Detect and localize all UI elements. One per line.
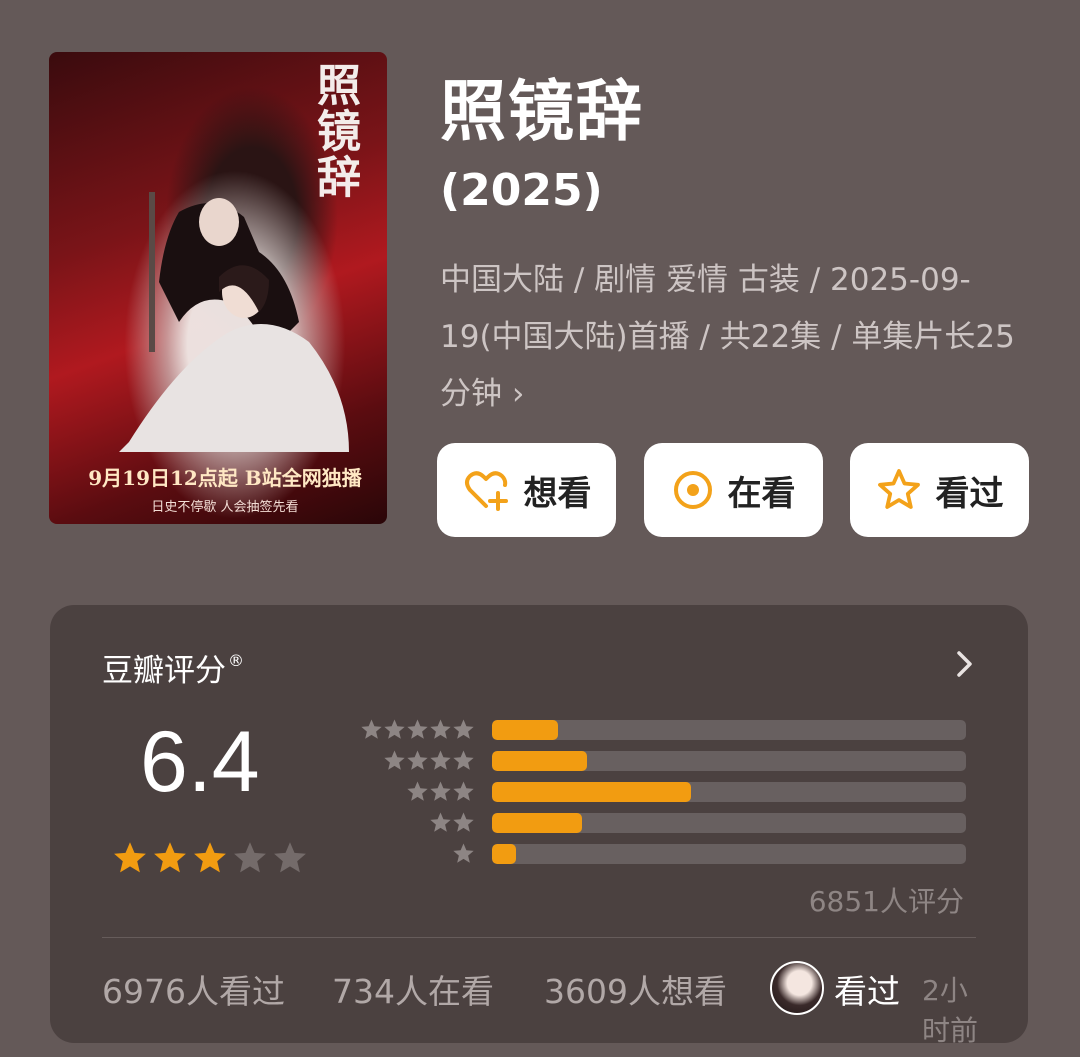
rating-bar-row-5 — [355, 718, 970, 740]
bar-track — [492, 782, 966, 802]
chevron-right-icon: › — [512, 376, 525, 412]
chevron-right-icon[interactable] — [950, 649, 978, 679]
page-title: 照镜辞 — [440, 73, 644, 150]
watching-button[interactable]: 在看 — [644, 443, 823, 537]
small-star-icon — [430, 781, 451, 801]
bar-fill — [492, 751, 587, 771]
friend-action: 看过 — [834, 972, 900, 1011]
poster-figures — [119, 192, 349, 452]
small-star-icon — [407, 781, 428, 801]
filled-star-icon — [114, 842, 146, 873]
poster-image[interactable]: 照镜辞 9月19日12点起 B站全网独播 日史不停歇 人会抽签先看 — [49, 52, 387, 524]
small-star-icon — [430, 750, 451, 770]
small-star-icon — [384, 750, 405, 770]
small-star-icon — [361, 719, 382, 739]
watched-label: 看过 — [935, 473, 1004, 514]
small-star-icon — [384, 719, 405, 739]
bar-track — [492, 720, 966, 740]
bar-fill — [492, 782, 692, 802]
rating-bar-row-4 — [355, 749, 970, 771]
bar-star-label — [383, 749, 475, 772]
bar-star-label — [429, 811, 475, 834]
watching-count[interactable]: 734人在看 — [332, 965, 494, 1013]
small-star-icon — [430, 719, 451, 739]
want-to-watch-label: 想看 — [523, 473, 592, 514]
rating-bar-row-2 — [355, 811, 970, 833]
want-to-watch-button[interactable]: 想看 — [437, 443, 616, 537]
star-outline-icon — [877, 469, 920, 509]
poster-subtitle: 9月19日12点起 B站全网独播 — [88, 466, 362, 490]
empty-star-icon — [274, 842, 306, 873]
small-star-icon — [453, 843, 474, 863]
rating-count: 6851人评分 — [808, 885, 964, 918]
small-star-icon — [407, 750, 428, 770]
release-year: (2025) — [440, 165, 603, 216]
rating-bar-row-1 — [355, 842, 970, 864]
small-star-icon — [453, 750, 474, 770]
rating-card[interactable]: 豆瓣评分 ® 6.4 6851人评分 6976人看过 734人在看 3609人想看… — [50, 605, 1028, 1047]
empty-star-icon — [234, 842, 266, 873]
bar-track — [492, 844, 966, 864]
heart-plus-icon — [464, 471, 508, 511]
rating-bar-row-3 — [355, 780, 970, 802]
watched-button[interactable]: 看过 — [850, 443, 1029, 537]
rating-title: 豆瓣评分 ® — [102, 650, 244, 689]
watching-label: 在看 — [727, 473, 796, 514]
bar-track — [492, 813, 966, 833]
meta-text: 中国大陆 / 剧情 爱情 古装 / 2025-09-19(中国大陆)首播 / 共… — [440, 262, 1015, 412]
filled-star-icon — [154, 842, 186, 873]
bar-fill — [492, 844, 516, 864]
friend-time: 2小时前 — [922, 974, 979, 1047]
show-meta[interactable]: 中国大陆 / 剧情 爱情 古装 / 2025-09-19(中国大陆)首播 / 共… — [440, 252, 1030, 423]
bar-track — [492, 751, 966, 771]
small-star-icon — [430, 812, 451, 832]
bar-fill — [492, 720, 559, 740]
target-icon — [673, 471, 712, 509]
watch-stats: 6976人看过 734人在看 3609人想看 看过 2小时前 — [102, 961, 982, 1047]
watched-count[interactable]: 6976人看过 — [102, 965, 285, 1013]
want-count[interactable]: 3609人想看 — [544, 965, 727, 1013]
registered-mark: ® — [228, 650, 244, 670]
avatar[interactable] — [770, 961, 824, 1015]
bar-fill — [492, 813, 583, 833]
small-star-icon — [453, 781, 474, 801]
small-star-icon — [453, 812, 474, 832]
score-stars — [112, 840, 308, 876]
bar-star-label — [452, 842, 475, 865]
bar-star-label — [360, 718, 475, 741]
bar-star-label — [406, 780, 475, 803]
small-star-icon — [407, 719, 428, 739]
small-star-icon — [453, 719, 474, 739]
rating-score: 6.4 — [140, 714, 260, 810]
divider — [102, 937, 976, 938]
poster-tagline: 日史不停歇 人会抽签先看 — [151, 500, 299, 515]
filled-star-icon — [194, 842, 226, 873]
poster-vertical-title: 照镜辞 — [309, 62, 360, 200]
